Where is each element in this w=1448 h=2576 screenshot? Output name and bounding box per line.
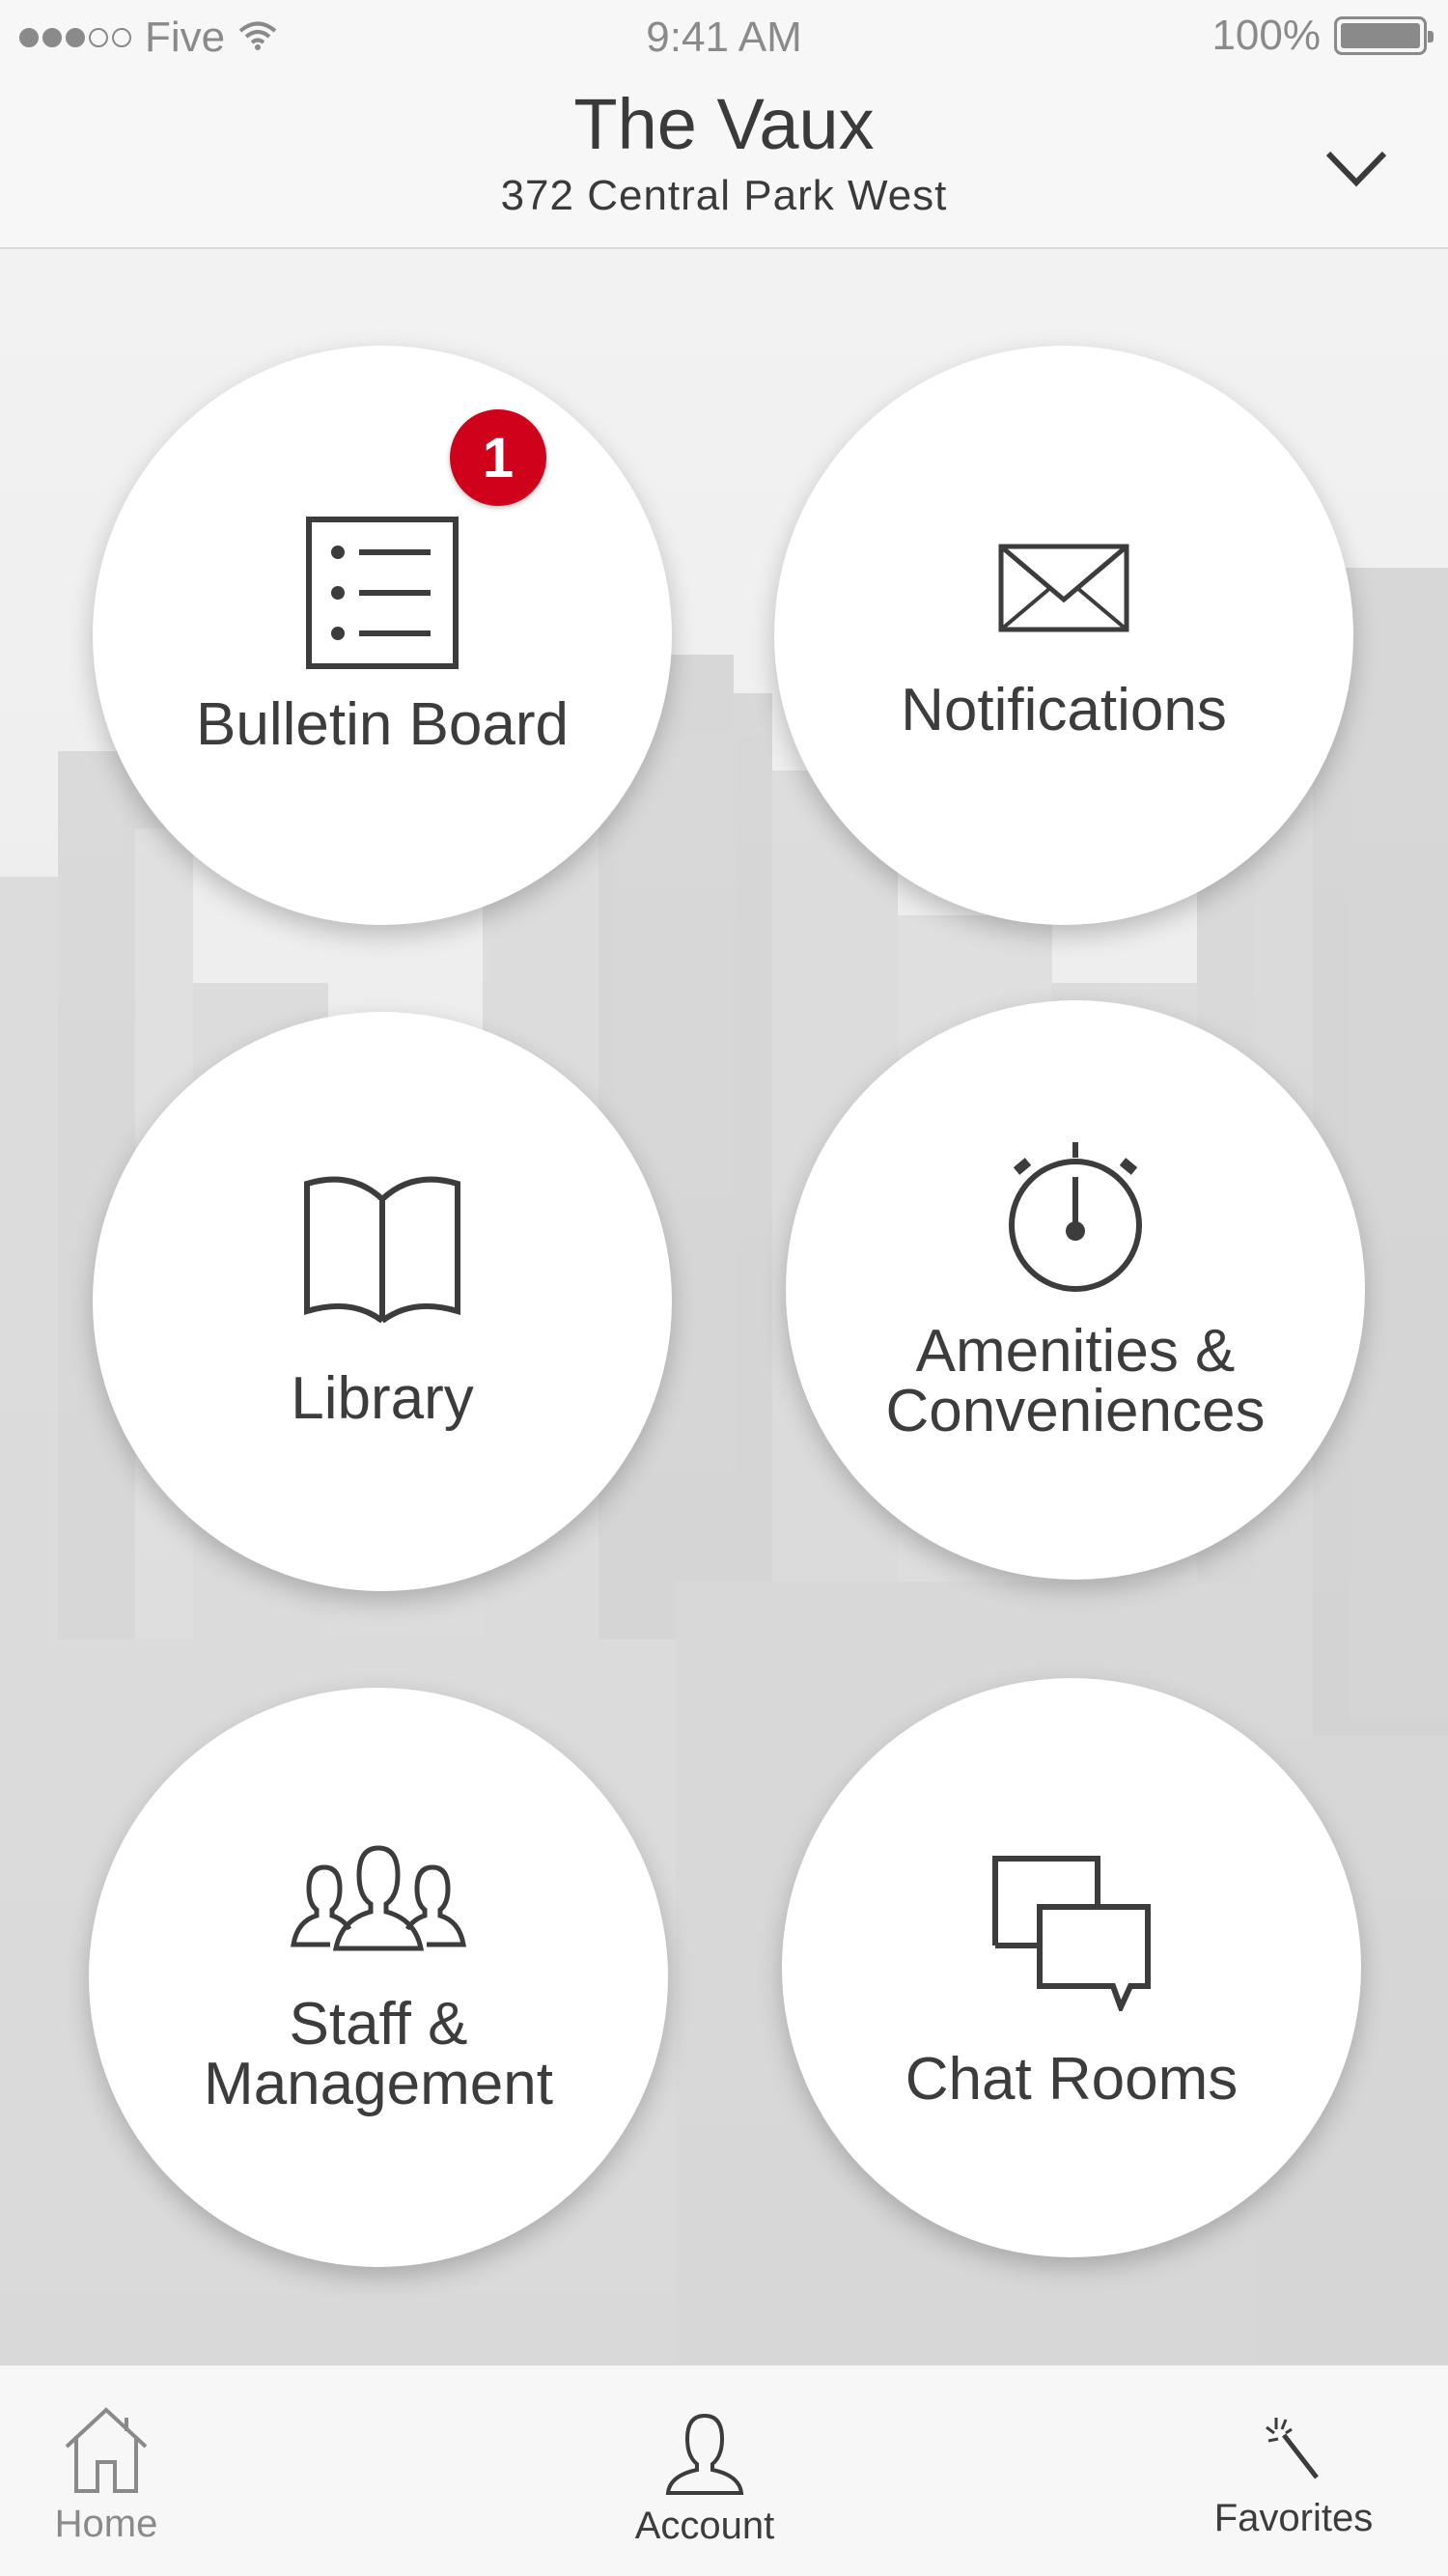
library-tile[interactable]: Library	[93, 1012, 672, 1591]
battery-icon	[1334, 16, 1434, 55]
chevron-down-icon	[1325, 151, 1387, 187]
building-address: 372 Central Park West	[500, 172, 948, 219]
building-selector-button[interactable]	[1313, 135, 1400, 203]
library-label: Library	[291, 1365, 474, 1432]
amenities-label-line2: Conveniences	[885, 1378, 1266, 1444]
notifications-tile[interactable]: Notifications	[774, 346, 1353, 925]
tab-account-label: Account	[634, 2505, 775, 2547]
nav-header: The Vaux 372 Central Park West	[0, 77, 1448, 249]
staff-label-line2: Management	[204, 2051, 553, 2117]
tab-favorites-label: Favorites	[1213, 2497, 1374, 2539]
tab-home-label: Home	[54, 2503, 158, 2545]
chat-bubbles-icon	[989, 1855, 1154, 2011]
people-icon	[290, 1840, 467, 1956]
tab-favorites[interactable]: Favorites	[1197, 2366, 1390, 2576]
book-icon	[303, 1174, 461, 1327]
notifications-label: Notifications	[901, 677, 1227, 743]
tab-home[interactable]: Home	[39, 2366, 174, 2576]
staff-label-line1: Staff &	[289, 1991, 468, 2058]
magic-wand-icon	[1266, 2418, 1319, 2479]
bulletin-board-tile[interactable]: Bulletin Board	[93, 346, 672, 925]
main-content: Bulletin Board 1 Notifications Library A…	[0, 249, 1448, 2364]
battery-percent: 100%	[1211, 12, 1321, 59]
envelope-icon	[998, 544, 1129, 632]
staff-management-tile[interactable]: Staff & Management	[89, 1688, 668, 2267]
status-right: 100%	[1211, 12, 1434, 60]
amenities-label-line1: Amenities &	[915, 1318, 1236, 1385]
bulletin-board-label: Bulletin Board	[195, 691, 570, 758]
list-icon	[305, 516, 459, 670]
stopwatch-icon	[1003, 1138, 1148, 1293]
person-icon	[665, 2413, 744, 2495]
building-name: The Vaux	[573, 84, 875, 164]
chat-rooms-label: Chat Rooms	[905, 2046, 1239, 2113]
status-bar: Five 9:41 AM 100%	[0, 0, 1448, 77]
home-icon	[65, 2407, 148, 2493]
tab-account[interactable]: Account	[618, 2366, 792, 2576]
tab-bar: Home Account Favorites	[0, 2364, 1448, 2576]
bulletin-unread-badge: 1	[450, 409, 546, 506]
amenities-tile[interactable]: Amenities & Conveniences	[786, 1000, 1365, 1580]
chat-rooms-tile[interactable]: Chat Rooms	[782, 1678, 1361, 2257]
